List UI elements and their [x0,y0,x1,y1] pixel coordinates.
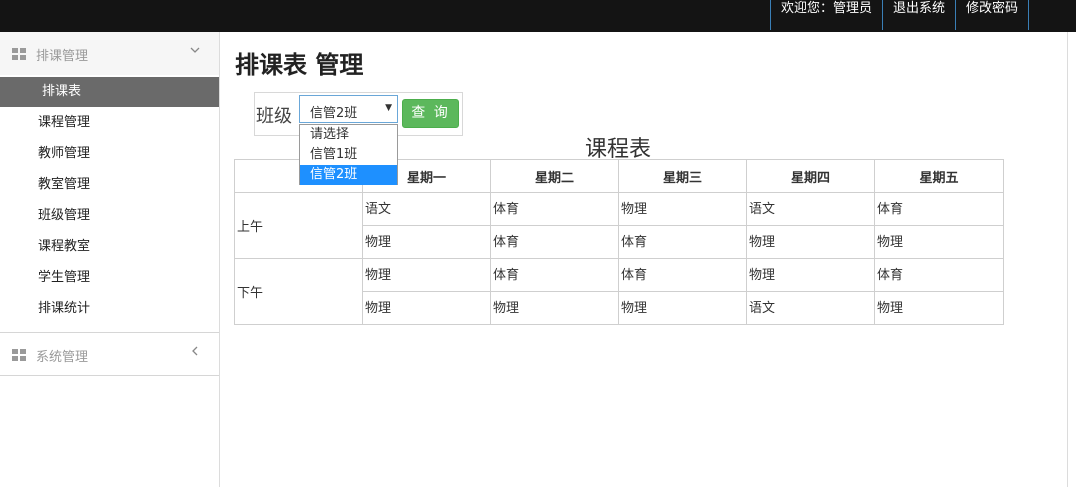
course-name: 物理 [493,301,520,316]
course-name: 语文 [749,301,776,316]
sidebar-item-label: 教师管理 [38,146,91,161]
course-cell: 体育 [490,225,619,259]
sidebar-item[interactable]: 教师管理 [0,139,219,169]
table-row: 下午 物理 体育 体育 物理 体育 [234,258,1004,325]
sidebar-item-label: 教室管理 [38,177,91,192]
grid-icon [12,48,26,60]
course-name: 物理 [749,235,776,250]
course-name: 体育 [621,235,648,250]
chevron-down-icon [190,44,200,59]
top-bar: 欢迎您：管理员 退出系统 修改密码 [0,0,1076,32]
course-cell: 物理 [874,291,1004,325]
sidebar: 排课管理 排课表课程管理教师管理教室管理班级管理课程教室学生管理排课统计 系统管… [0,32,220,487]
course-cell: 体育 [490,192,619,226]
course-cell: 体育 [618,258,747,292]
course-cell: 物理 [362,291,491,325]
period-label: 上午 [237,220,264,235]
menu-group-title: 系统管理 [36,350,89,365]
course-name: 体育 [621,268,648,283]
sidebar-item[interactable]: 班级管理 [0,201,219,231]
class-dropdown-list: 请选择 信管1班 信管2班 [299,124,398,185]
course-cell: 语文 [746,192,875,226]
course-name: 语文 [749,202,776,217]
course-cell: 物理 [490,291,619,325]
page-title: 排课表 管理 [235,51,364,79]
column-header: 星期三 [618,159,747,193]
dropdown-option[interactable]: 请选择 [300,125,397,145]
period-label: 下午 [237,286,264,301]
course-cell: 物理 [618,291,747,325]
sidebar-item[interactable]: 排课表 [0,77,219,107]
column-header: 星期五 [874,159,1004,193]
sidebar-item[interactable]: 课程管理 [0,108,219,138]
course-cell: 物理 [746,258,875,292]
menu-group-title: 排课管理 [36,49,89,64]
period-cell: 上午 [234,192,363,259]
sidebar-item-label: 排课统计 [38,301,91,316]
logout-link[interactable]: 退出系统 [881,0,955,30]
sidebar-item-label: 班级管理 [38,208,91,223]
sidebar-item-label: 学生管理 [38,270,91,285]
table-row: 上午 语文 体育 物理 语文 体育 [234,192,1004,259]
class-select-value: 信管2班 [310,106,358,121]
sidebar-item[interactable]: 排课统计 [0,294,219,324]
course-name: 体育 [493,202,520,217]
dropdown-option[interactable]: 信管1班 [300,145,397,165]
course-cell: 体育 [874,258,1004,292]
course-cell: 物理 [362,258,491,292]
welcome-text: 欢迎您：管理员 [769,0,882,30]
course-name: 物理 [365,235,392,250]
course-name: 物理 [877,301,904,316]
content-border [1067,32,1068,487]
course-cell: 体育 [490,258,619,292]
dropdown-option[interactable]: 信管2班 [300,165,397,185]
sidebar-item-label: 课程管理 [38,115,91,130]
course-name: 物理 [365,301,392,316]
course-cell: 物理 [874,225,1004,259]
period-cell: 下午 [234,258,363,325]
course-cell: 体育 [618,225,747,259]
course-name: 体育 [493,268,520,283]
course-name: 物理 [621,301,648,316]
sidebar-item-label: 课程教室 [38,239,91,254]
course-name: 物理 [621,202,648,217]
course-cell: 物理 [746,225,875,259]
top-links: 欢迎您：管理员 退出系统 修改密码 [769,0,1029,30]
chevron-left-icon [190,345,200,360]
sidebar-item[interactable]: 学生管理 [0,263,219,293]
course-cell: 体育 [874,192,1004,226]
course-name: 物理 [877,235,904,250]
column-header: 星期四 [746,159,875,193]
course-cell: 物理 [362,225,491,259]
course-name: 体育 [877,202,904,217]
course-name: 语文 [365,202,392,217]
course-cell: 语文 [362,192,491,226]
course-name: 体育 [493,235,520,250]
class-select[interactable]: 信管2班 ▼ [299,95,398,123]
class-label: 班级 [256,106,292,127]
course-name: 物理 [749,268,776,283]
query-button[interactable]: 查 询 [402,99,459,128]
column-header: 星期二 [490,159,619,193]
course-cell: 物理 [618,192,747,226]
sidebar-item[interactable]: 课程教室 [0,232,219,262]
sidebar-item-label: 排课表 [42,84,82,99]
course-name: 物理 [365,268,392,283]
menu-group-schedule[interactable]: 排课管理 [0,32,219,75]
change-password-link[interactable]: 修改密码 [954,0,1029,30]
dropdown-arrow-icon: ▼ [385,103,392,113]
grid-icon [12,349,26,361]
menu-group-system[interactable]: 系统管理 [0,332,219,376]
sidebar-item[interactable]: 教室管理 [0,170,219,200]
course-name: 体育 [877,268,904,283]
course-cell: 语文 [746,291,875,325]
